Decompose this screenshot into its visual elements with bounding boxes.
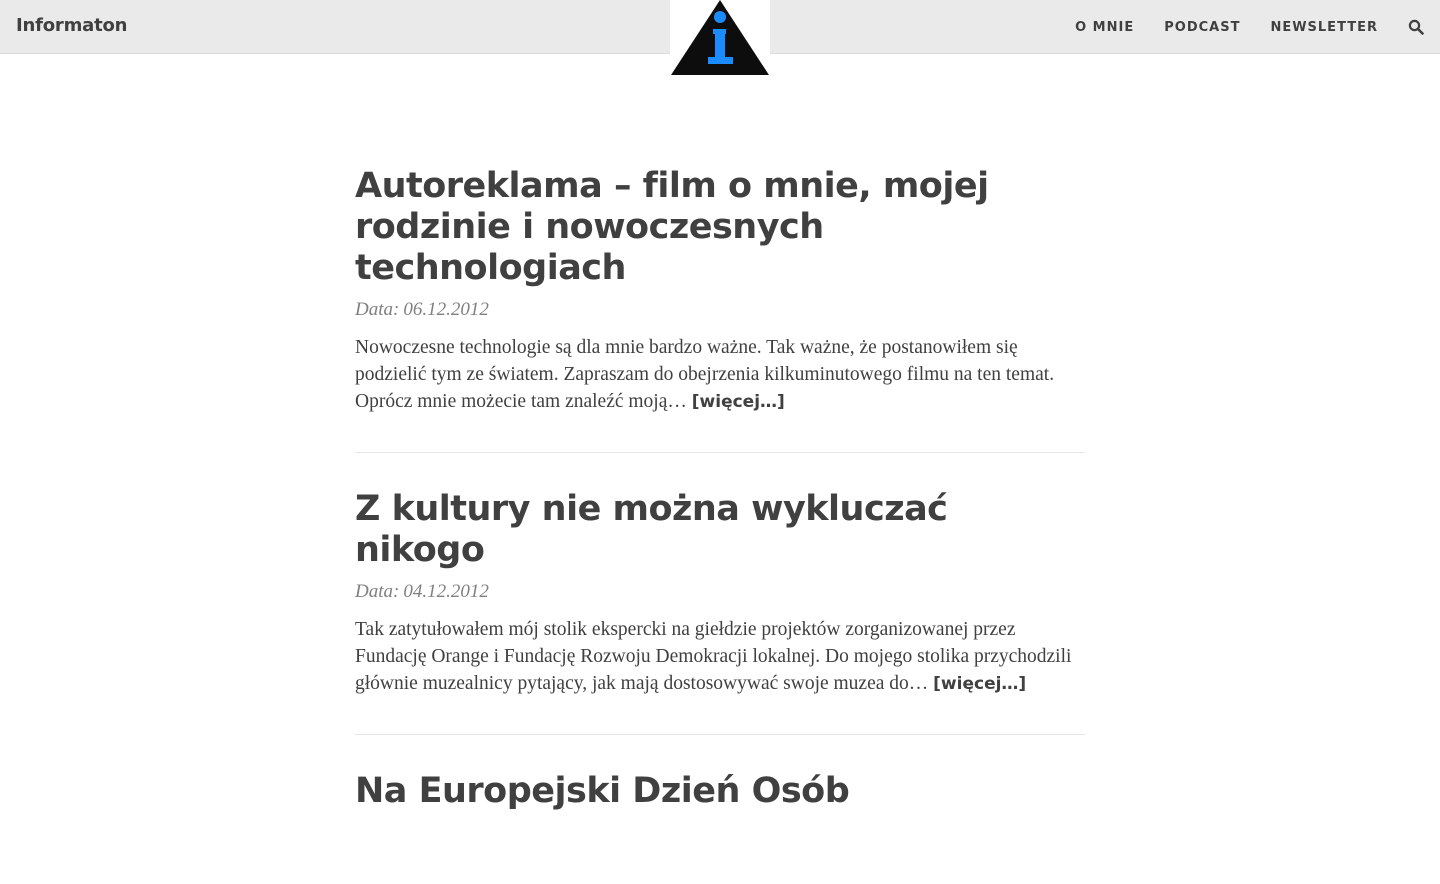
search-icon[interactable]: [1408, 19, 1424, 35]
post-title-link[interactable]: Z kultury nie można wykluczać nikogo: [355, 489, 1085, 571]
post-date: Data: 06.12.2012: [355, 298, 1085, 322]
post-date-value: 06.12.2012: [403, 299, 489, 320]
nav-item-podcast[interactable]: PODCAST: [1164, 20, 1240, 35]
post-item: Na Europejski Dzień Osób: [355, 771, 1085, 848]
info-triangle-icon[interactable]: [670, 0, 770, 77]
main-nav: O MNIE PODCAST NEWSLETTER: [1075, 0, 1440, 54]
nav-item-newsletter[interactable]: NEWSLETTER: [1270, 20, 1378, 35]
post-date-label: Data:: [355, 299, 400, 320]
post-date-label: Data:: [355, 581, 400, 602]
read-more-link[interactable]: [więcej…]: [933, 674, 1026, 694]
post-title-link[interactable]: Autoreklama – film o mnie, mojej rodzini…: [355, 166, 1085, 289]
post-list: Autoreklama – film o mnie, mojej rodzini…: [355, 166, 1085, 884]
post-item: Z kultury nie można wykluczać nikogo Dat…: [355, 489, 1085, 735]
post-date: Data: 04.12.2012: [355, 580, 1085, 604]
nav-item-o-mnie[interactable]: O MNIE: [1075, 20, 1134, 35]
post-date-value: 04.12.2012: [403, 581, 489, 602]
post-excerpt: Tak zatytułowałem mój stolik ekspercki n…: [355, 616, 1085, 698]
post-excerpt: Nowoczesne technologie są dla mnie bardz…: [355, 334, 1085, 416]
post-title-link[interactable]: Na Europejski Dzień Osób: [355, 771, 1085, 812]
site-brand-link[interactable]: Informaton: [16, 15, 127, 36]
top-navbar: Informaton O MNIE PODCAST NEWSLETTER: [0, 0, 1440, 77]
post-item: Autoreklama – film o mnie, mojej rodzini…: [355, 166, 1085, 453]
read-more-link[interactable]: [więcej…]: [692, 392, 785, 412]
